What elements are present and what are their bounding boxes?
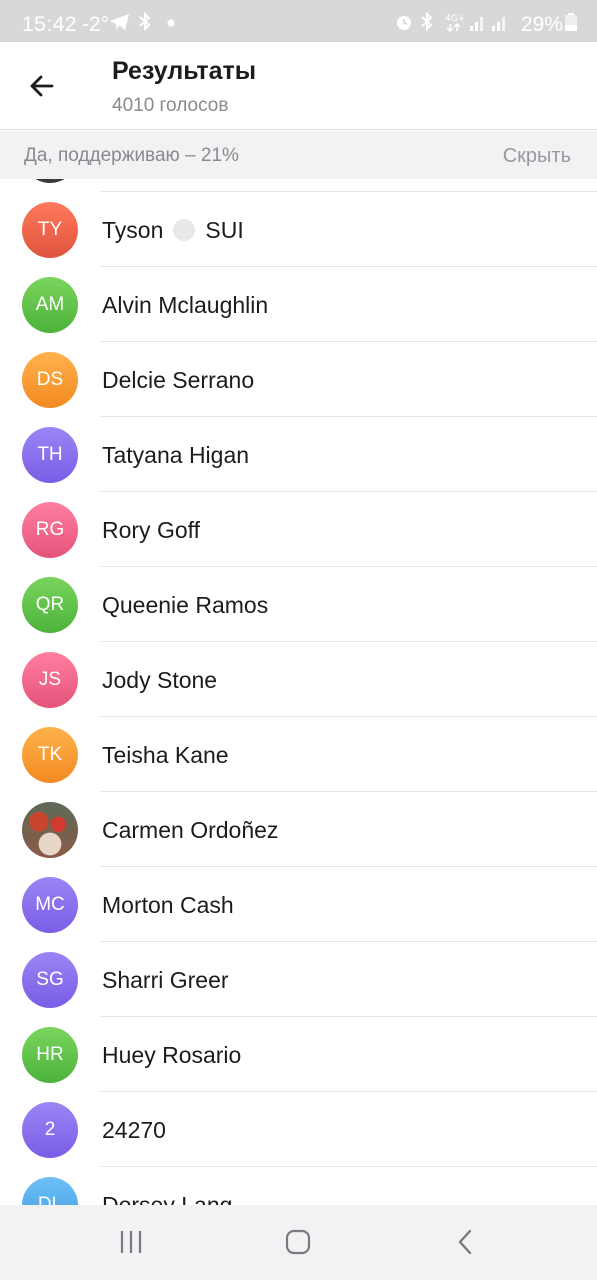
avatar: HR — [22, 1027, 78, 1083]
4g-icon: 4G+ — [445, 14, 464, 33]
list-item[interactable]: DL Dorsey Lang — [0, 1167, 597, 1205]
voter-name: Rory Goff — [102, 517, 200, 543]
recents-icon — [120, 1231, 142, 1253]
avatar: SG — [22, 952, 78, 1008]
list-item[interactable]: HR Huey Rosario — [0, 1017, 597, 1092]
list-item[interactable]: 2 24270 — [0, 1092, 597, 1167]
voter-name-suffix: SUI — [205, 217, 244, 243]
list-item[interactable]: SG Sharri Greer — [0, 942, 597, 1017]
avatar: TK — [22, 727, 78, 783]
bluetooth-icon — [139, 11, 151, 32]
voter-name: Huey Rosario — [102, 1042, 242, 1068]
vote-count: 4010 голосов — [112, 95, 229, 116]
avatar: TH — [22, 427, 78, 483]
voter-name: Alvin Mclaughlin — [102, 292, 269, 318]
list-item[interactable]: Carmen Ordoñez — [0, 792, 597, 867]
list-item[interactable]: JS Jody Stone — [0, 642, 597, 717]
avatar — [22, 179, 78, 183]
avatar: AM — [22, 277, 78, 333]
list-item[interactable]: RG Rory Goff — [0, 492, 597, 567]
list-item[interactable]: QR Queenie Ramos — [0, 567, 597, 642]
avatar: JS — [22, 652, 78, 708]
list-item[interactable]: AM Alvin Mclaughlin — [0, 267, 597, 342]
avatar: RG — [22, 502, 78, 558]
alarm-icon — [397, 16, 411, 30]
results-header: Результаты 4010 голосов — [0, 42, 597, 130]
list-item[interactable]: TY Tyson SUI — [0, 192, 597, 267]
page-title: Результаты — [112, 57, 257, 85]
voter-name: Tyson — [102, 217, 164, 243]
voter-name: Carmen Ordoñez — [102, 817, 279, 843]
avatar: TY — [22, 202, 78, 258]
avatar: QR — [22, 577, 78, 633]
voter-name: Queenie Ramos — [102, 592, 269, 618]
voter-name: Jody Stone — [102, 667, 218, 693]
list-item[interactable]: TH Tatyana Higan — [0, 417, 597, 492]
system-nav-bar — [0, 1205, 597, 1280]
voter-name: 24270 — [102, 1117, 166, 1143]
svg-text:4G+: 4G+ — [445, 14, 464, 24]
option-label: Да, поддерживаю – 21% — [24, 145, 239, 166]
home-button[interactable] — [268, 1222, 328, 1262]
voter-name: Morton Cash — [102, 892, 234, 918]
status-bar: 15:42 -2° 4G+ 29% — [0, 0, 597, 42]
battery-icon — [565, 13, 577, 31]
list-item[interactable]: TK Teisha Kane — [0, 717, 597, 792]
voter-name: Delcie Serrano — [102, 367, 255, 393]
voter-name: Tatyana Higan — [102, 442, 250, 468]
bluetooth-icon — [421, 11, 433, 32]
hide-button[interactable]: Скрыть — [503, 145, 571, 168]
recents-button[interactable] — [101, 1222, 161, 1262]
arrow-left-icon — [30, 75, 54, 97]
status-temperature: -2° — [82, 13, 110, 36]
voter-name: Sharri Greer — [102, 967, 229, 993]
back-nav-button[interactable] — [436, 1222, 496, 1262]
home-icon — [285, 1229, 311, 1255]
back-button[interactable] — [18, 62, 66, 110]
telegram-icon — [110, 14, 129, 30]
battery-percent: 29% — [520, 13, 563, 36]
avatar: MC — [22, 877, 78, 933]
avatar: DS — [22, 352, 78, 408]
option-section-header: Да, поддерживаю – 21% Скрыть — [0, 131, 597, 179]
voter-name: Dorsey Lang — [102, 1192, 233, 1205]
list-item[interactable]: DS Delcie Serrano — [0, 342, 597, 417]
status-emoji-icon — [173, 219, 196, 241]
avatar-photo — [22, 802, 78, 858]
signal-icon — [470, 17, 483, 31]
voter-list[interactable]: TY Tyson SUI AM Alvin Mclaughlin DS Delci… — [0, 179, 597, 1205]
avatar: DL — [22, 1177, 78, 1205]
voter-name: Teisha Kane — [102, 742, 229, 768]
back-chevron-icon — [458, 1229, 472, 1255]
dot-icon — [167, 19, 175, 27]
avatar: 2 — [22, 1102, 78, 1158]
signal-icon — [492, 17, 505, 31]
status-time: 15:42 — [22, 13, 78, 36]
list-item[interactable]: MC Morton Cash — [0, 867, 597, 942]
